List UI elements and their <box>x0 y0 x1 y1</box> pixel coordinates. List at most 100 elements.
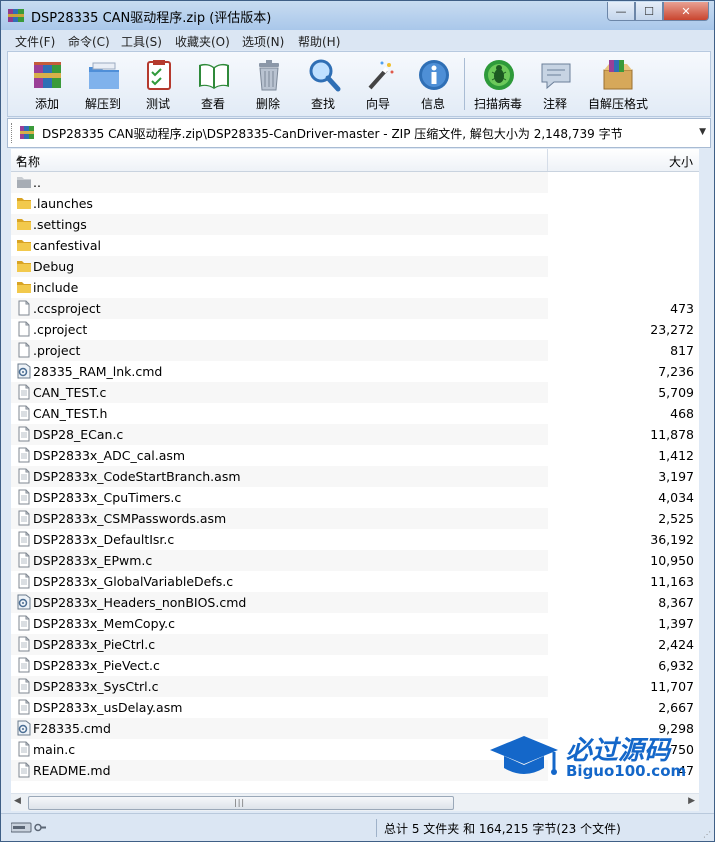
menu-tools[interactable]: 工具(S) <box>121 33 162 50</box>
file-row[interactable]: DSP2833x_CpuTimers.c 4,034 <box>11 487 699 508</box>
file-row[interactable]: include <box>11 277 699 298</box>
extract-to-icon <box>89 62 119 89</box>
file-row[interactable]: .project 817 <box>11 340 699 361</box>
file-row[interactable]: DSP2833x_usDelay.asm 2,667 <box>11 697 699 718</box>
toolbar-extract-label: 解压到 <box>84 97 121 111</box>
file-row[interactable]: DSP2833x_GlobalVariableDefs.c 11,163 <box>11 571 699 592</box>
address-bar[interactable]: DSP28335 CAN驱动程序.zip\DSP28335-CanDriver-… <box>7 118 711 148</box>
winrar-window: DSP28335 CAN驱动程序.zip (评估版本) — ☐ ✕ 文件(F) … <box>0 0 715 842</box>
close-button[interactable]: ✕ <box>663 2 709 21</box>
horizontal-scrollbar[interactable]: ◀ ||| ▶ <box>11 793 699 811</box>
toolbar-find-button[interactable]: 查找 <box>295 55 351 113</box>
file-size: 36,192 <box>650 532 694 547</box>
view-icon <box>199 63 229 89</box>
file-row[interactable]: canfestival <box>11 235 699 256</box>
file-row[interactable]: DSP2833x_PieVect.c 6,932 <box>11 655 699 676</box>
toolbar-info-button[interactable]: 信息 <box>405 55 461 113</box>
comment-icon <box>541 63 571 90</box>
file-name: DSP2833x_Headers_nonBIOS.cmd <box>33 595 247 610</box>
file-row[interactable]: Debug <box>11 256 699 277</box>
toolbar-virus-scan-button[interactable]: 扫描病毒 <box>470 55 526 113</box>
file-row[interactable]: DSP2833x_DefaultIsr.c 36,192 <box>11 529 699 550</box>
file-row[interactable]: DSP2833x_CSMPasswords.asm 2,525 <box>11 508 699 529</box>
file-name: DSP2833x_EPwm.c <box>33 553 153 568</box>
text-file-icon <box>16 405 32 421</box>
file-name: .launches <box>33 196 93 211</box>
text-file-icon <box>16 384 32 400</box>
folder-icon <box>16 237 32 253</box>
menu-help[interactable]: 帮助(H) <box>298 33 340 50</box>
file-row[interactable]: .ccsproject 473 <box>11 298 699 319</box>
toolbar-wizard-button[interactable]: 向导 <box>350 55 406 113</box>
cmd-file-icon <box>16 594 32 610</box>
menu-favorites[interactable]: 收藏夹(O) <box>175 33 230 50</box>
toolbar-extract-button[interactable]: 解压到 <box>75 55 131 113</box>
folder-icon <box>16 195 32 211</box>
file-name: DSP2833x_GlobalVariableDefs.c <box>33 574 234 589</box>
toolbar-delete-label: 删除 <box>255 97 280 111</box>
file-row[interactable]: .launches <box>11 193 699 214</box>
file-row[interactable]: DSP2833x_PieCtrl.c 2,424 <box>11 634 699 655</box>
file-row[interactable]: DSP2833x_MemCopy.c 1,397 <box>11 613 699 634</box>
toolbar-add-label: 添加 <box>34 97 59 111</box>
menu-commands[interactable]: 命令(C) <box>68 33 110 50</box>
toolbar-virus-scan-label: 扫描病毒 <box>473 97 522 111</box>
menu-file[interactable]: 文件(F) <box>15 33 55 50</box>
file-row[interactable]: 28335_RAM_lnk.cmd 7,236 <box>11 361 699 382</box>
row-shade <box>11 214 548 235</box>
add-archive-icon <box>34 62 61 88</box>
drive-icon[interactable] <box>11 822 47 833</box>
toolbar-add-button[interactable]: 添加 <box>19 55 75 113</box>
cmd-file-icon <box>16 720 32 736</box>
file-row[interactable]: .settings <box>11 214 699 235</box>
toolbar-find-label: 查找 <box>310 97 335 111</box>
winrar-app-icon <box>8 9 24 22</box>
scroll-left-icon[interactable]: ◀ <box>14 796 21 806</box>
file-row[interactable]: DSP2833x_CodeStartBranch.asm 3,197 <box>11 466 699 487</box>
toolbar-delete-button[interactable]: 删除 <box>240 55 296 113</box>
toolbar-comment-button[interactable]: 注释 <box>527 55 583 113</box>
virus-scan-icon <box>484 60 514 90</box>
file-row[interactable]: DSP2833x_EPwm.c 10,950 <box>11 550 699 571</box>
file-row[interactable]: .cproject 23,272 <box>11 319 699 340</box>
menu-bar: 文件(F) 命令(C) 工具(S) 收藏夹(O) 选项(N) 帮助(H) <box>1 30 714 50</box>
file-row[interactable]: DSP28_ECan.c 11,878 <box>11 424 699 445</box>
file-icon <box>16 300 32 316</box>
wizard-icon <box>368 61 394 90</box>
toolbar-view-label: 查看 <box>200 97 225 111</box>
file-row[interactable]: CAN_TEST.c 5,709 <box>11 382 699 403</box>
column-header-name[interactable]: ▲ 名称 <box>11 149 548 171</box>
file-row[interactable]: DSP2833x_Headers_nonBIOS.cmd 8,367 <box>11 592 699 613</box>
parent-folder-icon <box>16 174 32 190</box>
resize-grip-icon[interactable]: ⋰ <box>703 830 711 839</box>
scroll-right-icon[interactable]: ▶ <box>688 796 695 806</box>
file-row[interactable]: .. <box>11 172 699 193</box>
file-row[interactable]: CAN_TEST.h 468 <box>11 403 699 424</box>
status-separator <box>376 819 377 837</box>
toolbar-test-button[interactable]: 测试 <box>130 55 186 113</box>
file-row[interactable]: DSP2833x_ADC_cal.asm 1,412 <box>11 445 699 466</box>
title-bar[interactable]: DSP28335 CAN驱动程序.zip (评估版本) — ☐ ✕ <box>1 1 714 30</box>
chevron-down-icon[interactable]: ▼ <box>699 127 706 137</box>
file-name: DSP2833x_DefaultIsr.c <box>33 532 175 547</box>
graduation-cap-logo <box>490 736 558 775</box>
minimize-button[interactable]: — <box>607 2 635 21</box>
file-list[interactable]: .. .launches .settings canfestival Debug incl… <box>11 172 699 793</box>
file-name: DSP2833x_usDelay.asm <box>33 700 183 715</box>
text-file-icon <box>16 489 32 505</box>
file-size: 10,950 <box>650 553 694 568</box>
file-name: DSP2833x_CodeStartBranch.asm <box>33 469 241 484</box>
menu-options[interactable]: 选项(N) <box>242 33 284 50</box>
file-size: 473 <box>670 301 694 316</box>
file-name: Debug <box>33 259 75 274</box>
find-icon <box>309 59 341 92</box>
file-name: include <box>33 280 79 295</box>
scroll-thumb[interactable]: ||| <box>28 796 454 810</box>
toolbar-view-button[interactable]: 查看 <box>185 55 241 113</box>
text-file-icon <box>16 510 32 526</box>
file-size: 11,163 <box>650 574 694 589</box>
maximize-button[interactable]: ☐ <box>635 2 663 21</box>
text-file-icon <box>16 468 32 484</box>
file-row[interactable]: DSP2833x_SysCtrl.c 11,707 <box>11 676 699 697</box>
toolbar-sfx-button[interactable]: 自解压格式 <box>586 55 650 113</box>
